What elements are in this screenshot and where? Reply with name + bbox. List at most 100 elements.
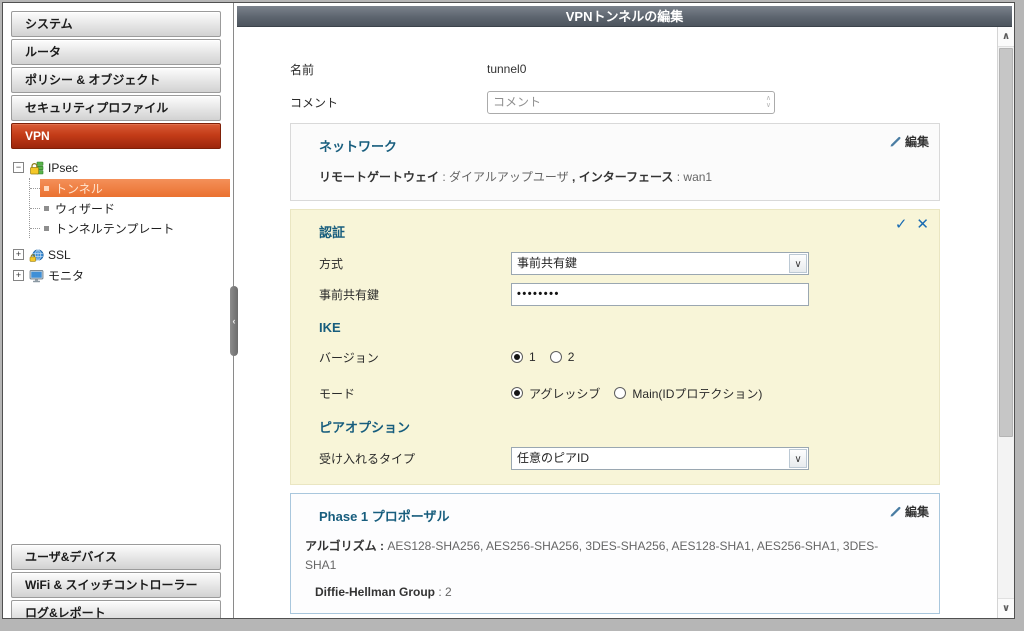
algorithms-value: AES128-SHA256, AES256-SHA256, 3DES-SHA25… [305,539,879,572]
tree-bullet-icon [44,185,49,191]
tree-node-label: ウィザード [55,201,116,216]
spinner-down-icon[interactable]: ∨ [766,102,771,109]
name-row: 名前 tunnel0 [290,57,997,81]
tree-bullet-icon [44,225,49,231]
sidebar-collapse-handle[interactable]: ‹ [230,286,238,356]
cancel-icon[interactable]: ✕ [916,217,929,233]
auth-section: ✓ ✕ 認証 方式 事前共有鍵 ∨ 事前共有鍵 •••••••• IKE バージ… [290,209,940,485]
version-row: バージョン 1 2 [319,347,923,367]
sidebar-item-log-report[interactable]: ログ&レポート [11,600,221,618]
algorithms-label: アルゴリズム [305,539,377,553]
psk-label: 事前共有鍵 [319,287,380,302]
ipsec-children: トンネル ウィザード トンネルテンプレート [29,178,233,238]
name-value: tunnel0 [487,62,527,76]
scrollbar-thumb[interactable] [999,48,1013,437]
method-select[interactable]: 事前共有鍵 ∨ [511,251,809,275]
ike-title: IKE [319,320,341,335]
tree-node-ssl[interactable]: + SSL [13,244,233,265]
tree-node-monitor[interactable]: + モニタ [13,265,233,286]
comment-spinner[interactable]: ∧ ∨ [766,95,771,109]
ipsec-lock-icon [29,161,44,175]
psk-row: 事前共有鍵 [319,282,923,306]
sidebar-item-user-device[interactable]: ユーザ&デバイス [11,544,221,570]
tree-node-tunnel[interactable]: トンネル [30,178,233,198]
dh-group-label: Diffie-Hellman Group [315,585,436,599]
mode-aggressive-label: アグレッシブ [529,386,601,401]
phase1-algorithms: アルゴリズム : AES128-SHA256, AES256-SHA256, 3… [305,539,879,572]
sidebar-item-security-profiles[interactable]: セキュリティプロファイル [11,95,221,121]
tree-node-tunnel-template[interactable]: トンネルテンプレート [30,218,233,238]
sidebar-item-wifi-switch[interactable]: WiFi & スイッチコントローラー [11,572,221,598]
spinner-up-icon[interactable]: ∧ [766,95,771,102]
comment-input[interactable] [487,90,775,114]
sidebar-menu-bottom: ユーザ&デバイス WiFi & スイッチコントローラー ログ&レポート [3,544,233,618]
expander-plus-icon[interactable]: + [13,249,24,260]
select-arrow-icon[interactable]: ∨ [789,253,807,273]
collapse-chevron-icon: ‹ [232,316,236,326]
sidebar: システム ルータ ポリシー & オブジェクト セキュリティプロファイル VPN … [3,3,234,618]
pencil-icon [890,136,901,147]
phase1-section: 編集 Phase 1 プロポーザル アルゴリズム : AES128-SHA256… [290,493,940,614]
mode-label: モード [319,386,356,401]
tree-node-wizard[interactable]: ウィザード [30,198,233,218]
accept-type-label: 受け入れるタイプ [319,451,416,466]
method-label: 方式 [319,256,344,271]
comment-row: コメント ∧ ∨ [290,90,997,114]
name-label: 名前 [290,62,315,77]
network-section: 編集 ネットワーク リモートゲートウェイ : ダイアルアップユーザ , インター… [290,123,940,201]
version-1-radio[interactable] [511,351,523,363]
tree-node-label: トンネルテンプレート [55,221,175,236]
pencil-icon [890,506,901,517]
psk-input[interactable] [511,282,809,306]
confirm-icon[interactable]: ✓ [895,217,908,233]
monitor-icon [29,269,44,283]
ssl-globe-lock-icon [29,248,44,262]
expander-minus-icon[interactable]: − [13,162,24,173]
tree-node-label: SSL [48,247,71,262]
tree-bullet-icon [44,205,49,211]
scroll-down-button[interactable]: ∨ [998,598,1014,618]
version-label: バージョン [319,350,379,365]
mode-aggressive-radio[interactable] [511,387,523,399]
version-2-label: 2 [567,350,575,364]
version-2-radio[interactable] [549,351,562,363]
sidebar-item-policy-objects[interactable]: ポリシー & オブジェクト [11,67,221,93]
edit-label: 編集 [904,505,929,519]
main-content: VPNトンネルの編集 名前 tunnel0 コメント ∧ ∨ [235,3,1014,618]
scroll-up-button[interactable]: ∧ [998,27,1014,47]
tree-node-label: IPsec [48,160,79,175]
tree-connector [30,187,40,189]
method-row: 方式 事前共有鍵 ∨ [319,251,923,275]
mode-main-radio[interactable] [614,387,627,399]
dh-group-value: 2 [445,585,452,599]
version-1-label: 1 [529,350,536,364]
comment-label: コメント [290,95,339,110]
remote-gateway-label: リモートゲートウェイ [319,170,440,184]
network-edit-button[interactable]: 編集 [889,133,929,150]
tree-node-ipsec[interactable]: − IPsec [13,157,233,178]
auth-section-title: 認証 [319,225,346,240]
method-selected-value: 事前共有鍵 [517,255,578,270]
vertical-scrollbar[interactable]: ∧ ∨ [997,27,1014,618]
tree-node-label: トンネル [55,181,103,196]
sidebar-item-router[interactable]: ルータ [11,39,221,65]
peer-options-title: ピアオプション [319,420,411,435]
edit-label: 編集 [904,135,929,149]
expander-plus-icon[interactable]: + [13,270,24,281]
mode-row: モード アグレッシブ Main(IDプロテクション) [319,383,923,403]
tree-node-label: モニタ [48,269,85,283]
sidebar-item-vpn[interactable]: VPN [11,123,221,149]
accept-type-selected-value: 任意のピアID [517,450,590,465]
accept-type-select[interactable]: 任意のピアID ∨ [511,446,809,470]
select-arrow-icon[interactable]: ∨ [789,448,807,468]
interface-value: wan1 [683,170,713,184]
phase1-edit-button[interactable]: 編集 [889,503,929,520]
sidebar-item-system[interactable]: システム [11,11,221,37]
edit-form: 名前 tunnel0 コメント ∧ ∨ [235,27,997,618]
phase1-dh-group: Diffie-Hellman Group : 2 [315,585,452,599]
interface-label: インターフェース [578,170,674,184]
sidebar-menu-top: システム ルータ ポリシー & オブジェクト セキュリティプロファイル VPN [3,3,233,149]
tree-connector [30,227,40,229]
vpn-tree: − IPsec トンネル ウィザード トンネルテンプレート + SSL + モニ… [13,157,233,286]
remote-gateway-value: ダイアルアップユーザ [449,170,569,184]
